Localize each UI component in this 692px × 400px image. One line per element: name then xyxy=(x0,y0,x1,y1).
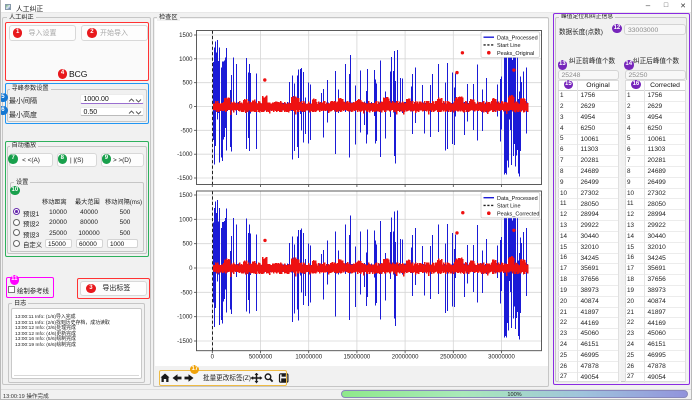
svg-text:Start Line: Start Line xyxy=(497,43,521,49)
svg-text:Data_Processed: Data_Processed xyxy=(497,35,538,41)
svg-text:-1500: -1500 xyxy=(177,176,193,182)
svg-text:-1000: -1000 xyxy=(177,315,193,321)
svg-text:-1500: -1500 xyxy=(177,339,193,345)
svg-text:Start Line: Start Line xyxy=(497,204,521,210)
svg-text:25000000: 25000000 xyxy=(440,355,467,361)
svg-text:-500: -500 xyxy=(180,290,193,296)
svg-text:500: 500 xyxy=(182,242,193,248)
svg-text:10000000: 10000000 xyxy=(295,355,322,361)
svg-text:5000000: 5000000 xyxy=(249,355,273,361)
svg-text:1000: 1000 xyxy=(179,217,193,223)
svg-text:0: 0 xyxy=(189,266,193,272)
svg-text:Data_Processed: Data_Processed xyxy=(497,196,538,202)
svg-text:15000000: 15000000 xyxy=(344,355,371,361)
svg-text:0: 0 xyxy=(189,105,193,111)
svg-text:1000: 1000 xyxy=(179,57,193,63)
svg-text:20000000: 20000000 xyxy=(392,355,419,361)
svg-text:-500: -500 xyxy=(180,128,193,134)
svg-text:Peaks_Corrected: Peaks_Corrected xyxy=(497,211,540,217)
svg-text:1500: 1500 xyxy=(179,193,193,199)
svg-text:-1000: -1000 xyxy=(177,152,193,158)
svg-text:500: 500 xyxy=(182,81,193,87)
svg-text:1500: 1500 xyxy=(179,33,193,39)
svg-text:30000000: 30000000 xyxy=(488,355,515,361)
svg-text:0: 0 xyxy=(211,355,215,361)
svg-text:Peaks_Original: Peaks_Original xyxy=(497,51,534,57)
